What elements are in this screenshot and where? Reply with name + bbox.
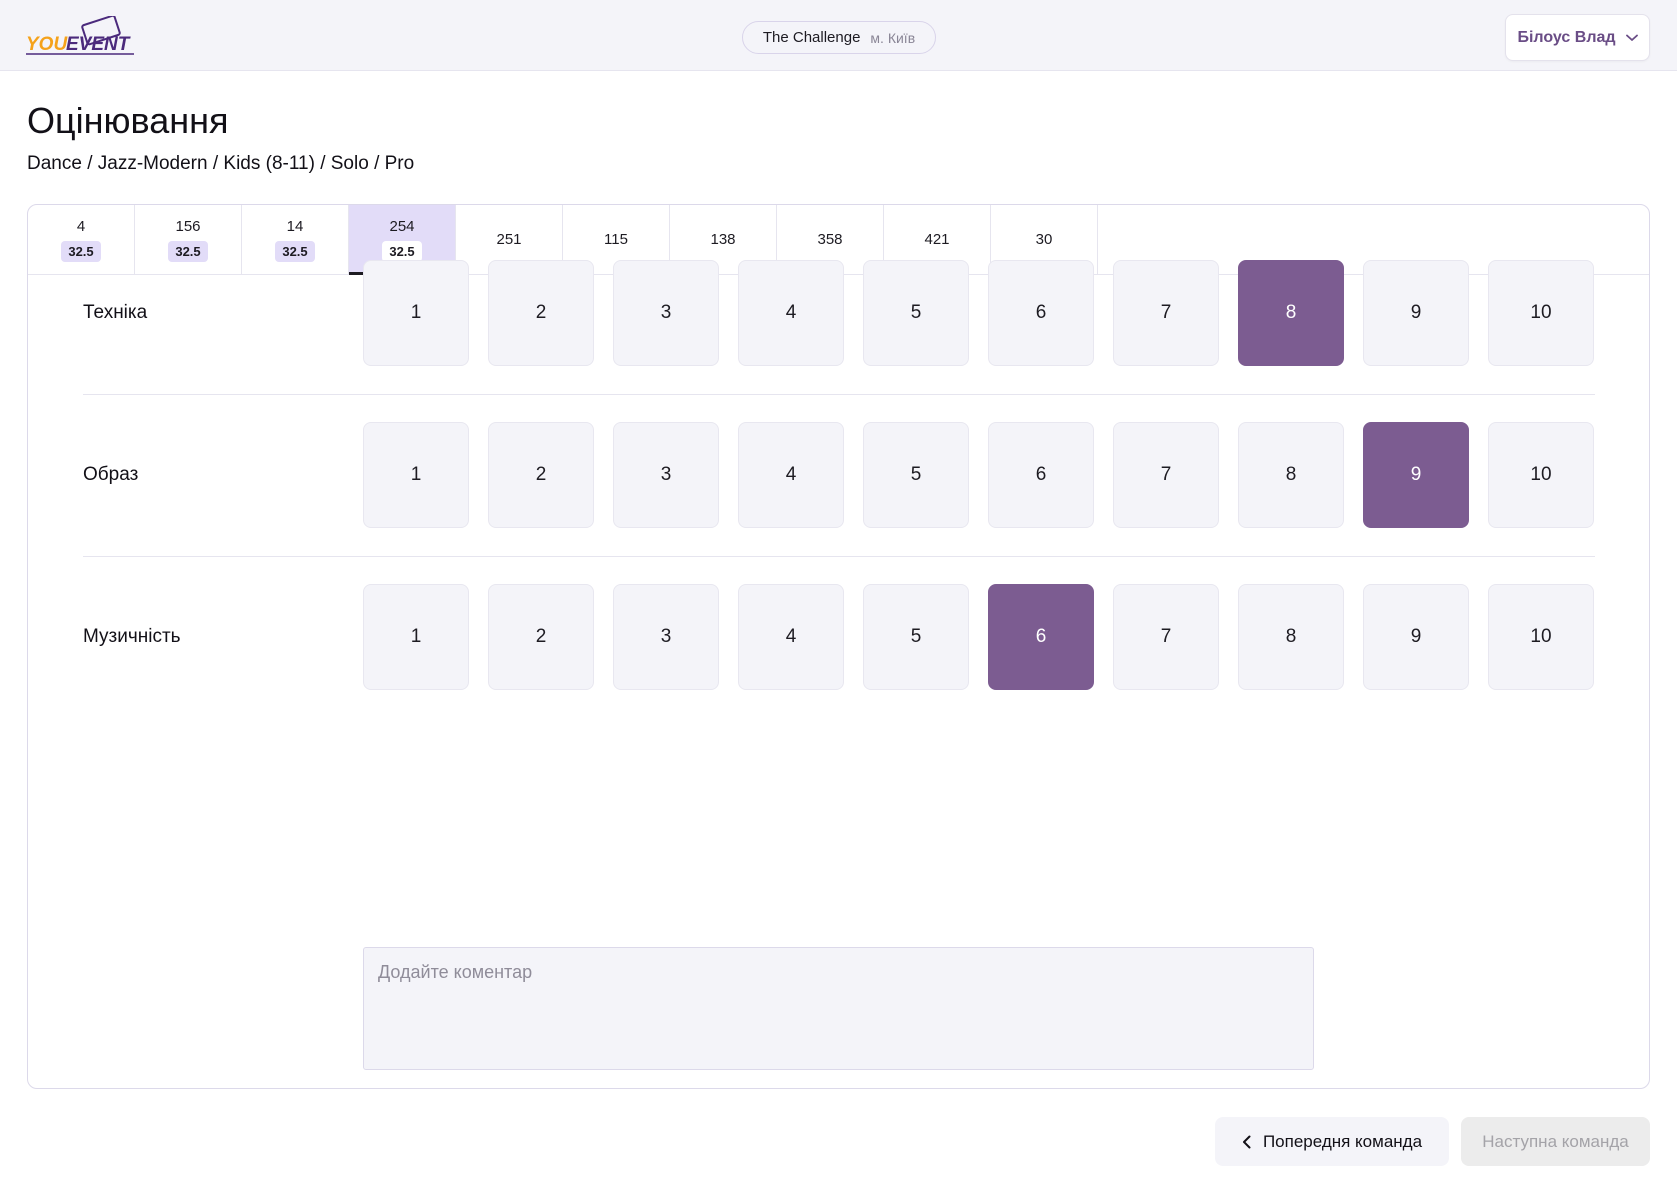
- participant-number: 4: [76, 217, 86, 235]
- score-button[interactable]: 6: [988, 584, 1094, 690]
- score-button[interactable]: 2: [488, 260, 594, 366]
- participant-number: 115: [604, 231, 628, 248]
- score-button[interactable]: 10: [1488, 422, 1594, 528]
- next-team-button[interactable]: Наступна команда: [1461, 1117, 1650, 1166]
- participant-number: 254: [389, 217, 415, 235]
- svg-text:YOU: YOU: [26, 34, 68, 55]
- score-button[interactable]: 3: [613, 260, 719, 366]
- breadcrumb: Dance / Jazz-Modern / Kids (8-11) / Solo…: [27, 153, 415, 174]
- score-button[interactable]: 4: [738, 584, 844, 690]
- score-button[interactable]: 8: [1238, 422, 1344, 528]
- score-button[interactable]: 4: [738, 422, 844, 528]
- score-button[interactable]: 5: [863, 422, 969, 528]
- participant-number: 156: [175, 217, 201, 235]
- participant-number: 358: [817, 231, 843, 248]
- svg-text:EVENT: EVENT: [66, 34, 131, 55]
- row-divider: [83, 556, 1595, 557]
- score-button[interactable]: 1: [363, 422, 469, 528]
- evaluation-panel: 4 32.5 156 32.5 14 32.5 254 32.5 251 115 138 358 421…: [27, 204, 1650, 1089]
- score-button[interactable]: 3: [613, 422, 719, 528]
- score-button[interactable]: 6: [988, 422, 1094, 528]
- score-button[interactable]: 8: [1238, 260, 1344, 366]
- participant-number: 30: [1035, 231, 1053, 248]
- previous-team-button[interactable]: Попередня команда: [1215, 1117, 1449, 1166]
- score-options: 1 2 3 4 5 6 7 8 9 10: [363, 584, 1594, 690]
- score-badge: 32.5: [275, 240, 315, 262]
- score-button[interactable]: 5: [863, 584, 969, 690]
- score-button[interactable]: 2: [488, 422, 594, 528]
- page-title: Оцінювання: [27, 100, 229, 141]
- score-button[interactable]: 7: [1113, 422, 1219, 528]
- score-button[interactable]: 5: [863, 260, 969, 366]
- previous-team-label: Попередня команда: [1262, 1131, 1423, 1151]
- score-badge: 32.5: [61, 240, 101, 262]
- criterion-label: Музичність: [83, 626, 181, 647]
- score-badge: 32.5: [382, 240, 422, 262]
- event-name: The Challenge: [762, 29, 861, 46]
- chevron-down-icon: [1625, 34, 1638, 41]
- criterion-row: Техніка 1 2 3 4 5 6 7 8 9 10: [83, 260, 1595, 422]
- score-button[interactable]: 4: [738, 260, 844, 366]
- participant-number: 138: [710, 231, 736, 248]
- participant-number: 14: [286, 217, 304, 235]
- score-button[interactable]: 9: [1363, 584, 1469, 690]
- score-button[interactable]: 9: [1363, 260, 1469, 366]
- event-selector[interactable]: The Challenge м. Київ: [742, 21, 936, 54]
- row-divider: [83, 394, 1595, 395]
- score-button[interactable]: 1: [363, 260, 469, 366]
- top-bar: YOU EVENT The Challenge м. Київ Білоус В…: [0, 0, 1677, 71]
- score-badge: 32.5: [168, 240, 208, 262]
- criterion-row: Музичність 1 2 3 4 5 6 7 8 9 10: [83, 584, 1595, 746]
- score-button[interactable]: 2: [488, 584, 594, 690]
- youevent-logo[interactable]: YOU EVENT: [26, 16, 136, 58]
- score-button[interactable]: 8: [1238, 584, 1344, 690]
- criterion-row: Образ 1 2 3 4 5 6 7 8 9 10: [83, 422, 1595, 584]
- score-button[interactable]: 7: [1113, 260, 1219, 366]
- chevron-left-icon: [1242, 1135, 1251, 1148]
- score-button[interactable]: 1: [363, 584, 469, 690]
- score-options: 1 2 3 4 5 6 7 8 9 10: [363, 422, 1594, 528]
- score-button[interactable]: 6: [988, 260, 1094, 366]
- comment-field[interactable]: [363, 947, 1314, 1070]
- score-button[interactable]: 10: [1488, 260, 1594, 366]
- criterion-label: Техніка: [83, 302, 148, 323]
- score-button[interactable]: 9: [1363, 422, 1469, 528]
- user-name: Білоус Влад: [1517, 28, 1616, 46]
- next-team-label: Наступна команда: [1482, 1131, 1629, 1151]
- criterion-label: Образ: [83, 464, 139, 485]
- score-options: 1 2 3 4 5 6 7 8 9 10: [363, 260, 1594, 366]
- user-menu-button[interactable]: Білоус Влад: [1505, 14, 1650, 61]
- score-button[interactable]: 10: [1488, 584, 1594, 690]
- participant-number: 251: [496, 231, 522, 248]
- event-city: м. Київ: [870, 29, 916, 46]
- score-button[interactable]: 7: [1113, 584, 1219, 690]
- participant-number: 421: [924, 231, 950, 248]
- score-button[interactable]: 3: [613, 584, 719, 690]
